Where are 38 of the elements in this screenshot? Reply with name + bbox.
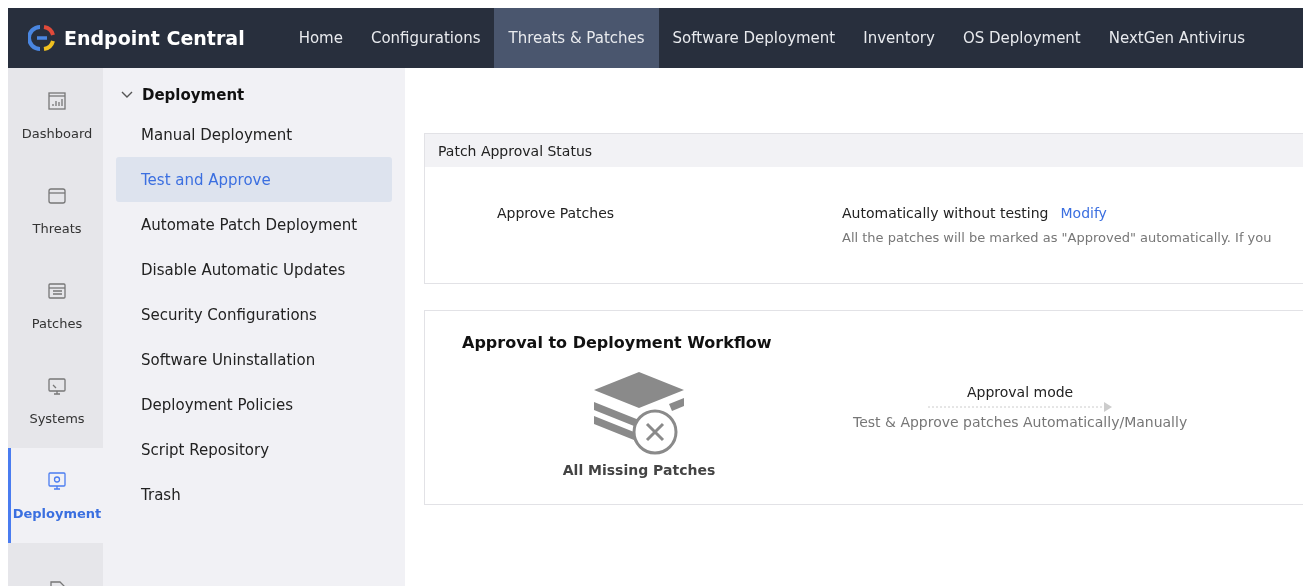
- submenu-item[interactable]: Security Configurations: [116, 292, 392, 337]
- field-value: Automatically without testing: [842, 205, 1049, 221]
- workflow-title: Approval to Deployment Workflow: [461, 332, 773, 352]
- submenu-item[interactable]: Deployment Policies: [116, 382, 392, 427]
- rail-item[interactable]: Systems: [8, 353, 103, 448]
- nav-tab[interactable]: Software Deployment: [658, 8, 850, 68]
- rail-item[interactable]: Threats: [8, 163, 103, 258]
- submenu-item[interactable]: Automate Patch Deployment: [116, 202, 392, 247]
- step-note: Test & Approve patches Automatically/Manually: [853, 414, 1188, 430]
- submenu-header[interactable]: Deployment: [116, 82, 392, 112]
- source-label: All Missing Patches: [562, 462, 716, 478]
- submenu-item[interactable]: Software Uninstallation: [116, 337, 392, 382]
- logo-icon: [28, 24, 56, 52]
- step-title: Approval mode: [966, 384, 1074, 400]
- submenu-item[interactable]: Test and Approve: [116, 157, 392, 202]
- panel-title: Patch Approval Status: [425, 134, 1303, 167]
- monitor-icon: [46, 375, 68, 397]
- modify-link[interactable]: Modify: [1060, 205, 1107, 221]
- window-icon: [46, 185, 68, 207]
- field-note: All the patches will be marked as "Approved" automatically. If you: [842, 230, 1272, 245]
- nav-tab[interactable]: Home: [284, 8, 357, 68]
- submenu-item[interactable]: Manual Deployment: [116, 112, 392, 157]
- rail-item[interactable]: Patches: [8, 258, 103, 353]
- rail-item[interactable]: Deployment: [8, 448, 103, 543]
- nav-tab[interactable]: Inventory: [849, 8, 949, 68]
- nav-tab[interactable]: Threats & Patches: [494, 8, 659, 68]
- monitor-gear-icon: [46, 470, 68, 492]
- rail-item[interactable]: Dashboard: [8, 68, 103, 163]
- list-window-icon: [46, 280, 68, 302]
- submenu-item[interactable]: Script Repository: [116, 427, 392, 472]
- chart-icon: [46, 90, 68, 112]
- product-name: Endpoint Central: [64, 27, 245, 49]
- submenu-item[interactable]: Disable Automatic Updates: [116, 247, 392, 292]
- nav-tab[interactable]: Configurations: [356, 8, 495, 68]
- nav-tab[interactable]: OS Deployment: [948, 8, 1095, 68]
- field-label: Approve Patches: [497, 205, 616, 223]
- nav-tab[interactable]: NextGen Antivirus: [1094, 8, 1260, 68]
- submenu-item[interactable]: Trash: [116, 472, 392, 517]
